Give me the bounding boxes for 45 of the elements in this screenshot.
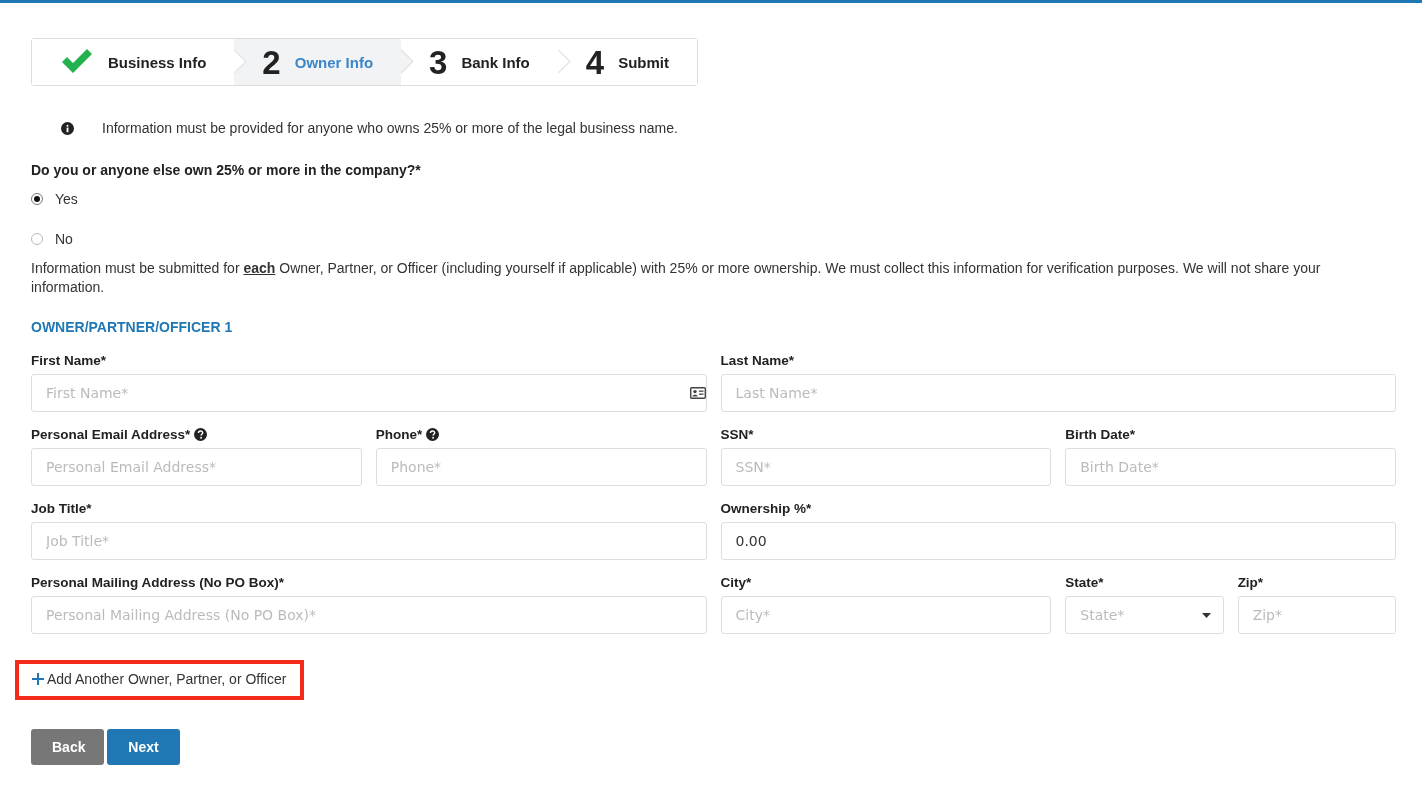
field-label: Phone* <box>375 426 423 442</box>
field-label: Zip* <box>1237 574 1264 590</box>
info-icon <box>61 121 74 135</box>
step-label: Submit <box>618 53 669 71</box>
step-number: 3 <box>429 45 448 79</box>
input-field[interactable]: Birth Date* <box>1065 448 1396 486</box>
step-label: Bank Info <box>461 53 530 71</box>
step-label: Owner Info <box>294 53 374 71</box>
field-label: Personal Mailing Address (No PO Box)* <box>31 574 285 590</box>
input-field[interactable]: Phone* <box>375 448 707 486</box>
input-field[interactable]: Personal Email Address* <box>31 448 362 486</box>
add-owner-link[interactable]: Add Another Owner, Partner, or Officer <box>32 671 287 687</box>
field-label: Birth Date* <box>1065 426 1135 442</box>
input-field[interactable]: Last Name* <box>720 374 1396 412</box>
input-field[interactable]: SSN* <box>720 448 1052 486</box>
info-text: Information must be provided for anyone who owns 25% or more of the legal business name. <box>102 120 678 136</box>
help-icon[interactable] <box>426 427 440 441</box>
question-label: Do you or anyone else own 25% or more in the company?* <box>31 162 422 178</box>
field-label: Job Title* <box>31 500 92 516</box>
field-label: Ownership %* <box>720 500 812 516</box>
back-button[interactable]: Back <box>31 729 104 765</box>
field-label: First Name* <box>31 352 107 368</box>
input-field[interactable]: Job Title* <box>31 522 707 560</box>
step-label: Business Info <box>108 53 207 71</box>
next-button[interactable]: Next <box>107 729 180 765</box>
field-label: SSN* <box>720 426 754 442</box>
input-field[interactable]: Personal Mailing Address (No PO Box)* <box>31 596 707 634</box>
radio-label[interactable]: No <box>55 231 73 247</box>
field-label: Personal Email Address* <box>31 426 191 442</box>
input-field[interactable]: 0.00 <box>720 522 1396 560</box>
notice-text: Information must be submitted for each Owner, Partner, or Officer (including yourself if applicable) with 25% or more ownership. We must collect this information for verification purposes. We will not share your information. <box>31 259 1322 297</box>
field-label: Last Name* <box>720 352 795 368</box>
input-field[interactable]: City* <box>720 596 1052 634</box>
plus-icon <box>32 673 44 685</box>
step-number: 4 <box>585 45 605 79</box>
section-title: OWNER/PARTNER/OFFICER 1 <box>31 319 234 335</box>
field-label: City* <box>720 574 752 590</box>
help-icon[interactable] <box>194 427 208 441</box>
field-label: State* <box>1065 574 1104 590</box>
check-icon <box>60 49 94 75</box>
step-number: 2 <box>262 45 281 79</box>
caret-icon <box>1201 612 1211 618</box>
input-field[interactable]: First Name* <box>31 374 707 412</box>
radio-label[interactable]: Yes <box>55 191 78 207</box>
input-field[interactable]: Zip* <box>1237 596 1396 634</box>
